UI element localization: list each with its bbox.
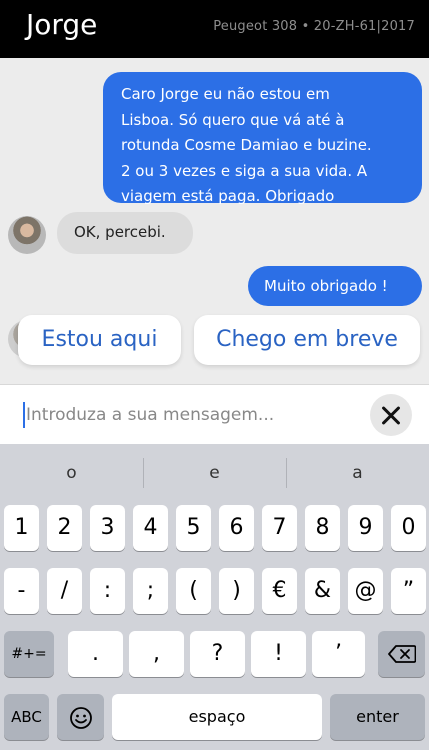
driver-name: Jorge [26, 8, 98, 41]
key[interactable]: ( [176, 568, 211, 614]
key[interactable]: ’ [312, 631, 365, 677]
emoji-key[interactable] [57, 694, 104, 740]
key[interactable]: & [305, 568, 340, 614]
key[interactable]: 0 [391, 505, 426, 551]
key[interactable]: ! [251, 631, 306, 677]
key[interactable]: - [4, 568, 39, 614]
suggestion[interactable]: a [286, 444, 429, 502]
key[interactable]: . [68, 631, 123, 677]
key[interactable]: € [262, 568, 297, 614]
key[interactable]: 3 [90, 505, 125, 551]
key[interactable]: ; [133, 568, 168, 614]
shift-symbols-key[interactable]: #+= [4, 631, 54, 677]
suggestion-bar: o e a [0, 444, 429, 502]
suggestion[interactable]: o [0, 444, 143, 502]
keyboard: o e a 1 2 3 4 5 6 7 8 9 0 - / : ; ( ) € … [0, 444, 429, 750]
backspace-icon [387, 645, 416, 663]
key[interactable]: , [129, 631, 184, 677]
quick-reply-chego-em-breve[interactable]: Chego em breve [194, 315, 420, 365]
key[interactable]: 8 [305, 505, 340, 551]
key[interactable]: 5 [176, 505, 211, 551]
backspace-key[interactable] [378, 631, 425, 677]
outgoing-message: Caro Jorge eu não estou em Lisboa. Só qu… [103, 72, 422, 205]
key[interactable]: : [90, 568, 125, 614]
space-key[interactable]: espaço [112, 694, 322, 740]
key[interactable]: @ [348, 568, 383, 614]
text-cursor [23, 402, 25, 428]
quick-reply-estou-aqui[interactable]: Estou aqui [18, 315, 181, 365]
enter-key[interactable]: enter [330, 694, 425, 740]
key[interactable]: 9 [348, 505, 383, 551]
chat-header: Jorge Peugeot 308 • 20-ZH-61|2017 [0, 0, 429, 58]
key[interactable]: / [47, 568, 82, 614]
key[interactable]: 7 [262, 505, 297, 551]
message-input-bar: Introduza a sua mensagem... [0, 384, 429, 444]
incoming-message: OK, percebi. [57, 212, 193, 254]
key[interactable]: ? [190, 631, 245, 677]
key[interactable]: ” [391, 568, 426, 614]
message-input[interactable]: Introduza a sua mensagem... [26, 405, 274, 425]
key[interactable]: 2 [47, 505, 82, 551]
abc-key[interactable]: ABC [4, 694, 49, 740]
key[interactable]: ) [219, 568, 254, 614]
key[interactable]: 1 [4, 505, 39, 551]
outgoing-message: Muito obrigado ! [248, 266, 422, 306]
driver-avatar [8, 216, 46, 254]
key[interactable]: 4 [133, 505, 168, 551]
key[interactable]: 6 [219, 505, 254, 551]
emoji-icon [69, 706, 92, 729]
close-icon[interactable] [370, 394, 412, 436]
message-thread[interactable]: Caro Jorge eu não estou em Lisboa. Só qu… [0, 58, 429, 384]
vehicle-info: Peugeot 308 • 20-ZH-61|2017 [213, 19, 415, 34]
suggestion[interactable]: e [143, 444, 286, 502]
